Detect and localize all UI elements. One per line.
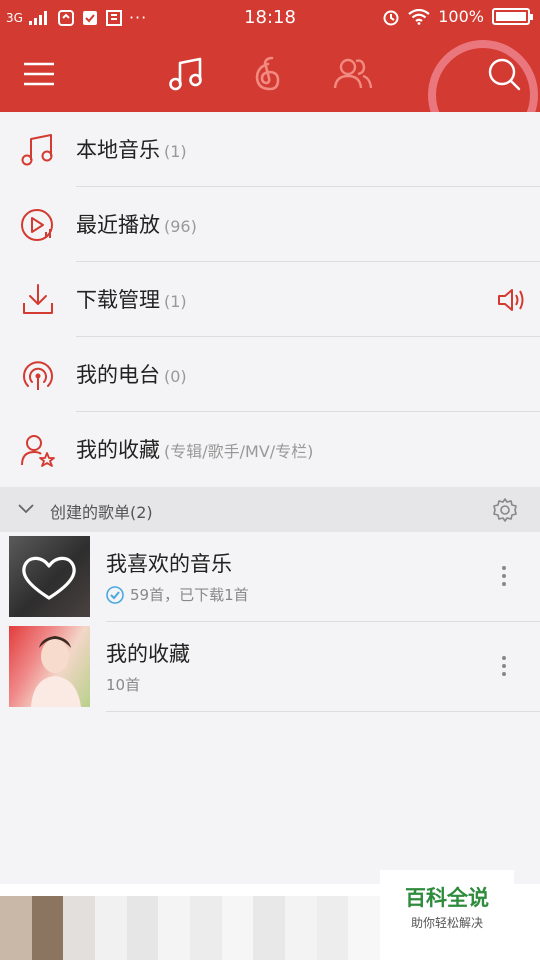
playlist-subtitle: 59首，已下载1首 (106, 584, 249, 605)
tab-discover[interactable] (248, 52, 292, 96)
watermark-sub-text: 助你轻松解决 (410, 916, 483, 930)
more-vertical-icon[interactable] (492, 654, 516, 678)
playlist-cover (9, 626, 90, 707)
download-icon (23, 284, 53, 314)
recent-play-icon (21, 209, 53, 241)
portrait-image (31, 636, 81, 707)
battery-percent: 100% (438, 7, 484, 26)
friends-icon (333, 58, 373, 89)
netease-logo-icon (255, 56, 280, 91)
playlist-subtitle-text: 59首，已下载1首 (130, 586, 249, 604)
menu-item-title: 下载管理 (76, 288, 160, 312)
playlist-subtitle: 10首 (106, 674, 140, 695)
radio-icon (23, 361, 53, 390)
playlist-title: 我的收藏 (106, 642, 190, 666)
created-playlists-header[interactable]: 创建的歌单(2) (0, 487, 540, 532)
section-title: 创建的歌单(2) (50, 503, 153, 522)
more-vertical-icon[interactable] (492, 564, 516, 588)
menu-item-my-favorites[interactable]: 我的收藏 (专辑/歌手/MV/专栏) (0, 412, 540, 487)
menu-item-count: (1) (164, 142, 187, 161)
menu-item-count: (0) (164, 367, 187, 386)
menu-item-count: (专辑/歌手/MV/专栏) (164, 442, 314, 461)
gear-icon[interactable] (492, 497, 518, 523)
speaker-icon[interactable] (496, 286, 526, 314)
playlist-cover (9, 536, 90, 617)
playlist-row-liked-music[interactable]: 我喜欢的音乐 59首，已下载1首 (0, 532, 540, 622)
chevron-down-icon (18, 504, 34, 514)
heart-icon (22, 556, 76, 600)
menu-item-title: 我的电台 (76, 363, 160, 387)
menu-item-title: 本地音乐 (76, 138, 160, 162)
menu-item-label: 最近播放 (96) (76, 209, 197, 239)
menu-item-title: 最近播放 (76, 213, 160, 237)
my-music-menu: 本地音乐 (1) 最近播放 (96) 下载管理 (1) 我的电台 (0) 我的收… (0, 112, 540, 487)
menu-item-label: 下载管理 (1) (76, 284, 187, 314)
divider (106, 711, 540, 712)
menu-item-recent-play[interactable]: 最近播放 (96) (0, 187, 540, 262)
alarm-icon (383, 10, 399, 25)
playlist-title: 我喜欢的音乐 (106, 552, 232, 576)
hamburger-icon (24, 62, 54, 86)
status-right: 100% (382, 7, 533, 26)
status-bar: 3G ··· 18:18 100% (0, 0, 540, 36)
menu-item-label: 我的收藏 (专辑/歌手/MV/专栏) (76, 434, 313, 464)
battery-icon (492, 8, 533, 25)
menu-item-count: (96) (164, 217, 197, 236)
menu-item-label: 我的电台 (0) (76, 359, 187, 389)
menu-item-label: 本地音乐 (1) (76, 134, 187, 164)
downloaded-check-icon (106, 585, 124, 604)
menu-button[interactable] (17, 52, 61, 96)
menu-item-download-manager[interactable]: 下载管理 (1) (0, 262, 540, 337)
tab-my-music[interactable] (164, 52, 208, 96)
favorites-icon (21, 435, 55, 467)
playlist-row-my-collection[interactable]: 我的收藏 10首 (0, 622, 540, 712)
menu-item-my-radio[interactable]: 我的电台 (0) (0, 337, 540, 412)
watermark-logo: 百科全说 助你轻松解决 (380, 870, 514, 932)
menu-item-count: (1) (164, 292, 187, 311)
music-note-icon (21, 134, 53, 166)
playlist-subtitle-text: 10首 (106, 676, 141, 694)
menu-item-title: 我的收藏 (76, 438, 160, 462)
blurred-mosaic (0, 896, 381, 960)
watermark-main-text: 百科全说 (405, 886, 489, 910)
music-note-icon (169, 57, 202, 91)
wifi-icon (408, 8, 430, 25)
menu-item-local-music[interactable]: 本地音乐 (1) (0, 112, 540, 187)
tab-friends[interactable] (331, 52, 375, 96)
